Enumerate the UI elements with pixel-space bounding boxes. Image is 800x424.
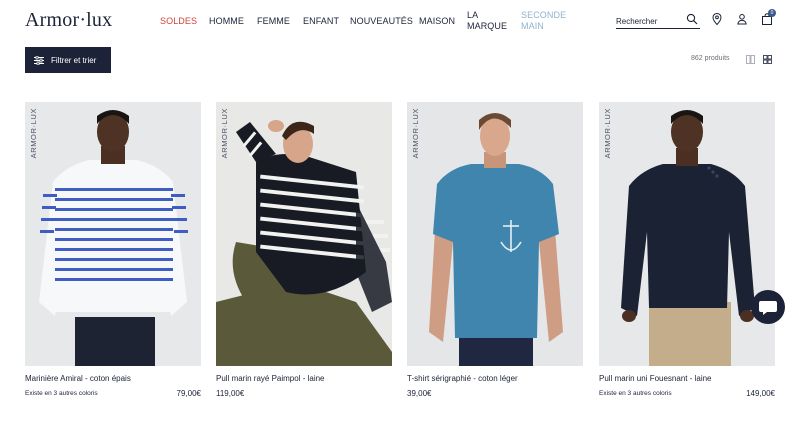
product-price: 149,00€: [746, 389, 775, 398]
cart-count-badge: 0: [768, 9, 776, 17]
product-name[interactable]: Pull marin uni Fouesnant - laine: [599, 374, 712, 383]
nav-item-soldes[interactable]: SOLDES: [160, 16, 197, 27]
product-card[interactable]: ARMOR·LUX Pull marin rayé Paimpol - lain…: [216, 102, 392, 398]
color-variants: Existe en 3 autres coloris: [599, 390, 672, 397]
nav-item-homme[interactable]: HOMME: [209, 16, 244, 27]
store-locator-icon[interactable]: [710, 12, 724, 26]
product-image[interactable]: ARMOR·LUX: [407, 102, 583, 366]
model-navy-sweater-illustration: [599, 102, 775, 366]
account-icon[interactable]: [735, 12, 749, 26]
product-price: 119,00€: [216, 389, 245, 398]
filter-sort-label: Filtrer et trier: [51, 55, 97, 65]
product-image[interactable]: ARMOR·LUX: [599, 102, 775, 366]
brand-watermark: ARMOR·LUX: [220, 108, 229, 159]
brand-watermark: ARMOR·LUX: [29, 108, 38, 159]
filter-sort-button[interactable]: Filtrer et trier: [25, 47, 111, 73]
nav-item-nouveautes[interactable]: NOUVEAUTÉS: [350, 16, 413, 27]
product-name[interactable]: Pull marin rayé Paimpol - laine: [216, 374, 325, 383]
nav-item-femme[interactable]: FEMME: [257, 16, 290, 27]
model-striped-sweater-illustration: [216, 102, 392, 366]
two-column-view-icon[interactable]: [746, 55, 755, 64]
model-blue-tshirt-illustration: [407, 102, 583, 366]
chat-button[interactable]: [751, 290, 785, 324]
product-count: 862 produits: [691, 55, 730, 62]
logo[interactable]: Armor·lux: [25, 9, 112, 32]
product-card[interactable]: ARMOR·LUX Marinière Amiral - coton épais…: [25, 102, 201, 398]
filter-sliders-icon: [34, 55, 44, 65]
nav-item-maison[interactable]: MAISON: [419, 16, 455, 27]
chat-bubble-icon: [759, 301, 777, 315]
product-name[interactable]: Marinière Amiral - coton épais: [25, 374, 131, 383]
color-variants: Existe en 3 autres coloris: [25, 390, 98, 397]
search-icon[interactable]: [686, 13, 698, 25]
search-box: [616, 11, 700, 30]
product-image[interactable]: ARMOR·LUX: [216, 102, 392, 366]
nav-item-seconde-main[interactable]: SECONDE MAIN: [521, 10, 571, 32]
model-striped-shirt-illustration: [25, 102, 201, 366]
brand-watermark: ARMOR·LUX: [411, 108, 420, 159]
product-card[interactable]: ARMOR·LUX T-shirt sérigraphié - coton lé…: [407, 102, 583, 398]
brand-watermark: ARMOR·LUX: [603, 108, 612, 159]
search-input[interactable]: [616, 13, 682, 30]
nav-item-enfant[interactable]: ENFANT: [303, 16, 339, 27]
nav-item-la-marque[interactable]: LA MARQUE: [467, 10, 507, 32]
grid-view-icon[interactable]: [763, 55, 772, 64]
site-header: Armor·lux SOLDES HOMME FEMME ENFANT NOUV…: [0, 0, 800, 42]
product-price: 39,00€: [407, 389, 432, 398]
product-name[interactable]: T-shirt sérigraphié - coton léger: [407, 374, 518, 383]
product-card[interactable]: ARMOR·LUX Pull marin uni Fouesnant - lai…: [599, 102, 775, 398]
product-image[interactable]: ARMOR·LUX: [25, 102, 201, 366]
product-price: 79,00€: [176, 389, 201, 398]
